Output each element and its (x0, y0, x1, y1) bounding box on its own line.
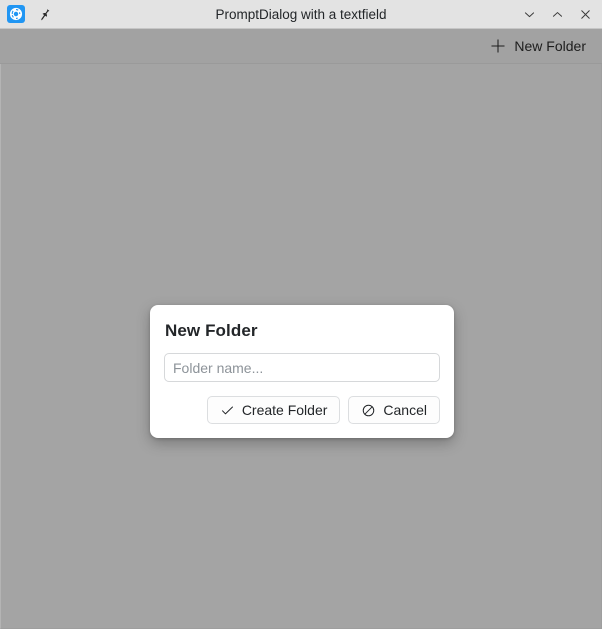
folder-name-input[interactable] (164, 353, 440, 382)
chevron-down-icon (523, 8, 536, 21)
check-icon (220, 403, 235, 418)
app-menu-button[interactable] (4, 2, 28, 26)
new-folder-toolbutton[interactable]: New Folder (485, 34, 590, 58)
kde-logo-icon (7, 5, 25, 23)
cancel-button[interactable]: Cancel (348, 396, 440, 424)
dialog-title: New Folder (165, 321, 258, 340)
header-toolbar: New Folder (0, 29, 602, 64)
new-folder-toolbutton-label: New Folder (514, 38, 586, 54)
content-area: New Folder Create Folder (0, 64, 602, 629)
titlebar-left-buttons (4, 2, 56, 26)
close-button[interactable] (572, 1, 598, 27)
create-folder-button[interactable]: Create Folder (206, 396, 341, 424)
titlebar: PromptDialog with a textfield (0, 0, 602, 29)
cancel-button-label: Cancel (383, 402, 427, 418)
application-window: PromptDialog with a textfield New Folder… (0, 0, 602, 629)
minimize-button[interactable] (516, 1, 542, 27)
chevron-up-icon (551, 8, 564, 21)
keep-above-pin-icon (37, 7, 52, 22)
dialog-button-row: Create Folder Cancel (164, 396, 440, 424)
close-icon (579, 8, 592, 21)
block-icon (361, 403, 376, 418)
window-controls (516, 1, 598, 27)
create-folder-button-label: Create Folder (241, 402, 328, 418)
window-title: PromptDialog with a textfield (215, 6, 387, 22)
plus-icon (489, 37, 507, 55)
keep-above-button[interactable] (32, 2, 56, 26)
prompt-dialog: New Folder Create Folder (150, 305, 454, 438)
maximize-button[interactable] (544, 1, 570, 27)
